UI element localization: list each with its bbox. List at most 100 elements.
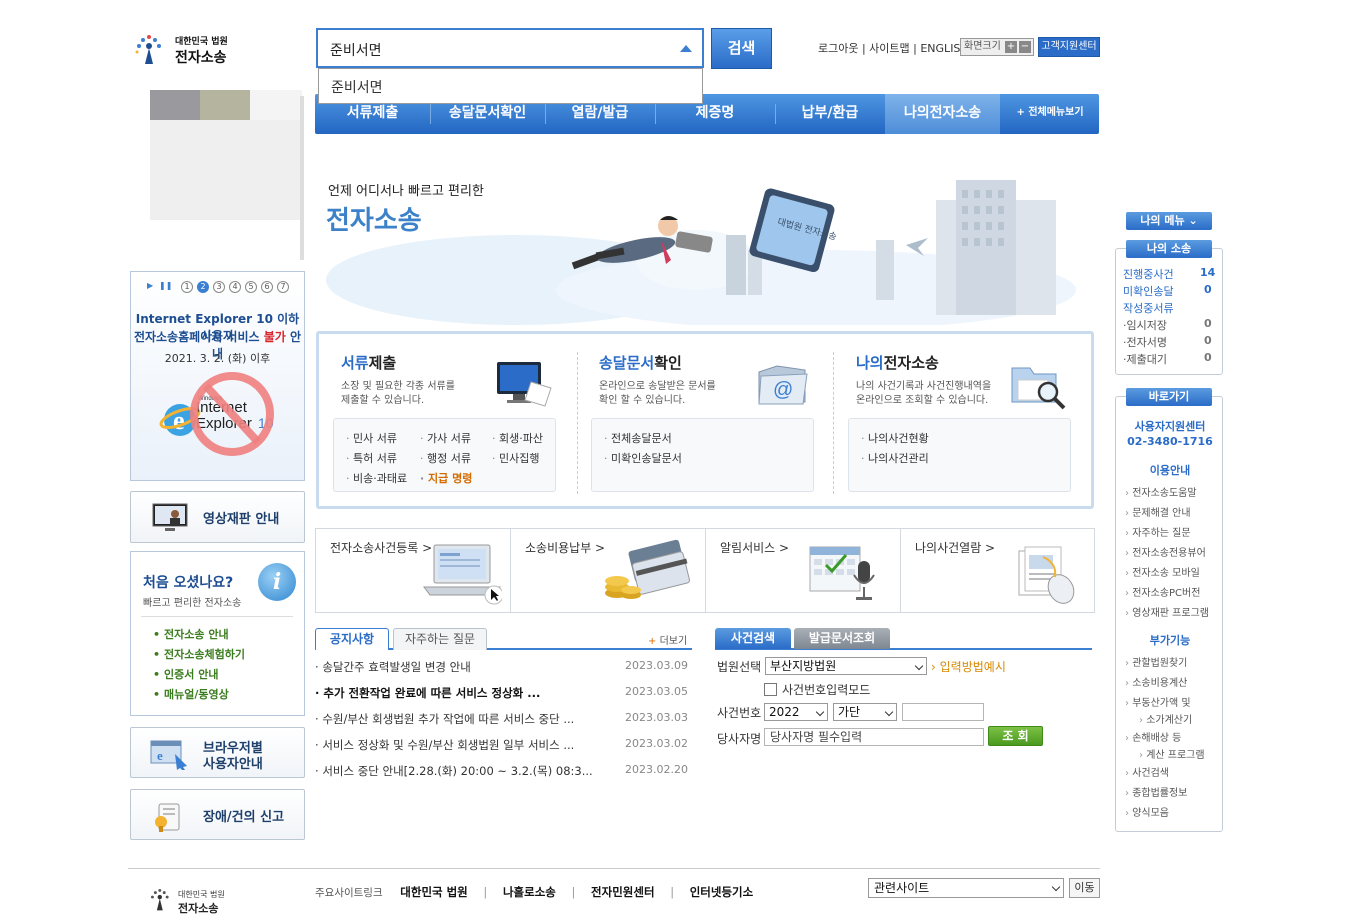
link-family-document[interactable]: 가사 서류 — [420, 430, 471, 446]
link-viewer[interactable]: 전자소송전용뷰어 — [1125, 547, 1206, 561]
footer-link-civil-center[interactable]: 전자민원센터 — [591, 885, 654, 899]
link-pc-version[interactable]: 전자소송PC버전 — [1125, 587, 1200, 601]
link-e-litigation-trial[interactable]: 전자소송체험하기 — [153, 645, 245, 665]
related-site-select[interactable]: 관련사이트 — [868, 878, 1064, 898]
slide-page-2[interactable]: 2 — [197, 281, 209, 293]
link-case-search[interactable]: 사건검색 — [1125, 767, 1169, 781]
link-all-delivery[interactable]: 전체송달문서 — [604, 430, 672, 446]
site-logo[interactable]: 대한민국 법원 전자소송 — [133, 32, 243, 68]
footer-link-court[interactable]: 대한민국 법원 — [400, 885, 467, 899]
left-scrollbar[interactable] — [300, 96, 304, 260]
util-links-text[interactable]: 로그아웃 | 사이트맵 | ENGLISH — [818, 40, 969, 56]
notice-row[interactable]: · 서비스 중단 안내[2.28.(화) 20:00 ~ 3.2.(목) 08:… — [315, 763, 695, 783]
link-manual-video[interactable]: 매뉴얼/동영상 — [153, 685, 245, 705]
submit-wait-label[interactable]: ·제출대기 — [1123, 351, 1167, 367]
font-size-label: 화면크기 — [964, 41, 1001, 52]
year-select[interactable]: 2022 — [764, 703, 828, 721]
quick-my-case-view[interactable]: 나의사건열람 > — [901, 529, 1096, 612]
slide-page-5[interactable]: 5 — [245, 281, 257, 293]
service-delivery-check[interactable]: 송달문서확인 온라인으로 송달받은 문서를 확인 할 수 있습니다. @ 전체송… — [589, 348, 829, 508]
link-payment-order[interactable]: 지급 명령 — [420, 470, 472, 486]
usage-guide-head: 이용안내 — [1149, 464, 1191, 477]
slide-page-7[interactable]: 7 — [277, 281, 289, 293]
temp-save-label[interactable]: ·임시저장 — [1123, 317, 1167, 333]
font-plus-button[interactable]: + — [1005, 41, 1017, 53]
link-my-case-status[interactable]: 나의사건현황 — [861, 430, 929, 446]
browser-guide-button[interactable]: e 브라우저별 사용자안내 — [130, 727, 305, 778]
notice-row[interactable]: · 서비스 정상화 및 수원/부산 회생법원 일부 서비스 ... 2023.0… — [315, 737, 695, 757]
report-issue-button[interactable]: 장애/건의 신고 — [130, 789, 305, 840]
link-e-litigation-guide[interactable]: 전자소송 안내 — [153, 625, 245, 645]
link-unread-delivery[interactable]: 미확인송달문서 — [604, 450, 682, 466]
util-links[interactable]: 로그아웃 | 사이트맵 | ENGLISH — [818, 40, 969, 56]
related-site-go-button[interactable]: 이동 — [1069, 878, 1100, 898]
notice-row[interactable]: · 수원/부산 회생법원 추가 작업에 따른 서비스 중단 ... 2023.0… — [315, 711, 695, 731]
link-fee-calc[interactable]: 소송비용계산 — [1125, 677, 1187, 691]
link-damages-2[interactable]: 계산 프로그램 — [1125, 749, 1204, 763]
quick-litigation-fee[interactable]: 소송비용납부 > — [511, 529, 706, 612]
link-civil-execution[interactable]: 민사집행 — [492, 450, 539, 466]
input-method-link[interactable]: › 입력방법예시 — [931, 658, 1006, 675]
footer-link-self-litigation[interactable]: 나홀로소송 — [503, 885, 556, 899]
link-mobile[interactable]: 전자소송 모바일 — [1125, 567, 1200, 581]
link-legal-info[interactable]: 종합법률정보 — [1125, 787, 1187, 801]
nav-payment-refund[interactable]: 납부/환급 — [775, 94, 885, 134]
quick-links: 전자소송사건등록 > 소송비용납부 > 알림서비스 > 나의사건열람 > — [315, 528, 1095, 613]
help-center-button[interactable]: 고객지원센터 — [1038, 37, 1100, 57]
tab-notice[interactable]: 공지사항 — [315, 628, 389, 650]
link-patent-document[interactable]: 특허 서류 — [346, 450, 397, 466]
drafting-docs-label[interactable]: 작성중서류 — [1123, 300, 1174, 316]
court-select[interactable]: 부산지방법원 — [765, 657, 927, 675]
link-civil-document[interactable]: 민사 서류 — [346, 430, 397, 446]
case-number-input[interactable] — [902, 703, 984, 721]
link-property-value[interactable]: 부동산가액 및 — [1125, 697, 1190, 711]
font-minus-button[interactable]: − — [1019, 41, 1031, 53]
my-menu-button[interactable]: 나의 메뉴 ⌄ — [1126, 212, 1212, 230]
link-administrative-document[interactable]: 행정 서류 — [420, 450, 471, 466]
link-damages[interactable]: 손해배상 등 — [1125, 732, 1181, 746]
tab-case-search[interactable]: 사건검색 — [715, 628, 791, 649]
link-rehabilitation[interactable]: 회생·파산 — [492, 430, 543, 446]
footer-link-registry[interactable]: 인터넷등기소 — [690, 885, 753, 899]
quick-notification-service[interactable]: 알림서비스 > — [706, 529, 901, 612]
more-link[interactable]: + 더보기 — [648, 632, 687, 647]
notice-row[interactable]: · 송달간주 효력발생일 변경 안내 2023.03.09 — [315, 659, 695, 679]
case-type-select[interactable]: 가단 — [833, 703, 897, 721]
search-suggestion-item[interactable]: 준비서면 — [331, 77, 383, 97]
tab-faq[interactable]: 자주하는 질문 — [393, 628, 487, 650]
slide-page-3[interactable]: 3 — [213, 281, 225, 293]
ie-notice-banner[interactable]: ▶ ❚❚ 1 2 3 4 5 6 7 Internet Explorer 10 … — [130, 271, 305, 481]
collapse-arrow-icon[interactable] — [680, 45, 692, 52]
case-no-mode-checkbox[interactable] — [764, 683, 777, 696]
link-find-court[interactable]: 관할법원찾기 — [1125, 657, 1187, 671]
service-my-e-litigation[interactable]: 나의전자소송 나의 사건기록과 사건진행내역을 온라인으로 조회할 수 있습니다… — [846, 348, 1086, 508]
nav-my-e-litigation[interactable]: 나의전자소송 — [885, 94, 1000, 134]
link-troubleshoot[interactable]: 문제해결 안내 — [1125, 507, 1190, 521]
search-button[interactable]: 검색 — [711, 28, 772, 69]
slide-page-4[interactable]: 4 — [229, 281, 241, 293]
case-search-button[interactable]: 조 회 — [988, 726, 1043, 746]
case-in-progress-label[interactable]: 진행중사건 — [1123, 266, 1174, 282]
service-document-submit[interactable]: 서류제출 소장 및 필요한 각종 서류를 제출할 수 있습니다. 민사 서류 가… — [331, 348, 571, 508]
quick-case-register[interactable]: 전자소송사건등록 > — [316, 529, 511, 612]
video-trial-button[interactable]: 영상재판 안내 — [130, 491, 305, 543]
link-faq[interactable]: 자주하는 질문 — [1125, 527, 1190, 541]
nav-all-menu[interactable]: + 전체메뉴보기 — [1005, 94, 1095, 134]
link-non-litigation[interactable]: 비송·과태료 — [346, 470, 407, 486]
search-input[interactable]: 준비서면 — [316, 28, 704, 68]
link-my-case-manage[interactable]: 나의사건관리 — [861, 450, 929, 466]
tab-issued-doc-search[interactable]: 발급문서조회 — [794, 628, 890, 649]
unread-delivery-label[interactable]: 미확인송달 — [1123, 283, 1174, 299]
link-property-value-2[interactable]: 소가계산기 — [1125, 714, 1192, 728]
link-help[interactable]: 전자소송도움말 — [1125, 487, 1196, 501]
link-certificate-guide[interactable]: 인증서 안내 — [153, 665, 245, 685]
pause-icon[interactable]: ❚❚ — [159, 281, 172, 290]
notice-row[interactable]: · 추가 전환작업 완료에 따른 서비스 정상화 ... 2023.03.05 — [315, 685, 695, 705]
slide-page-6[interactable]: 6 — [261, 281, 273, 293]
link-video-trial-program[interactable]: 영상재판 프로그램 — [1125, 607, 1209, 621]
party-name-input[interactable]: 당사자명 필수입력 — [764, 728, 984, 746]
e-signature-label[interactable]: ·전자서명 — [1123, 334, 1167, 350]
play-icon[interactable]: ▶ — [147, 281, 153, 290]
link-forms[interactable]: 양식모음 — [1125, 807, 1169, 821]
slide-page-1[interactable]: 1 — [181, 281, 193, 293]
